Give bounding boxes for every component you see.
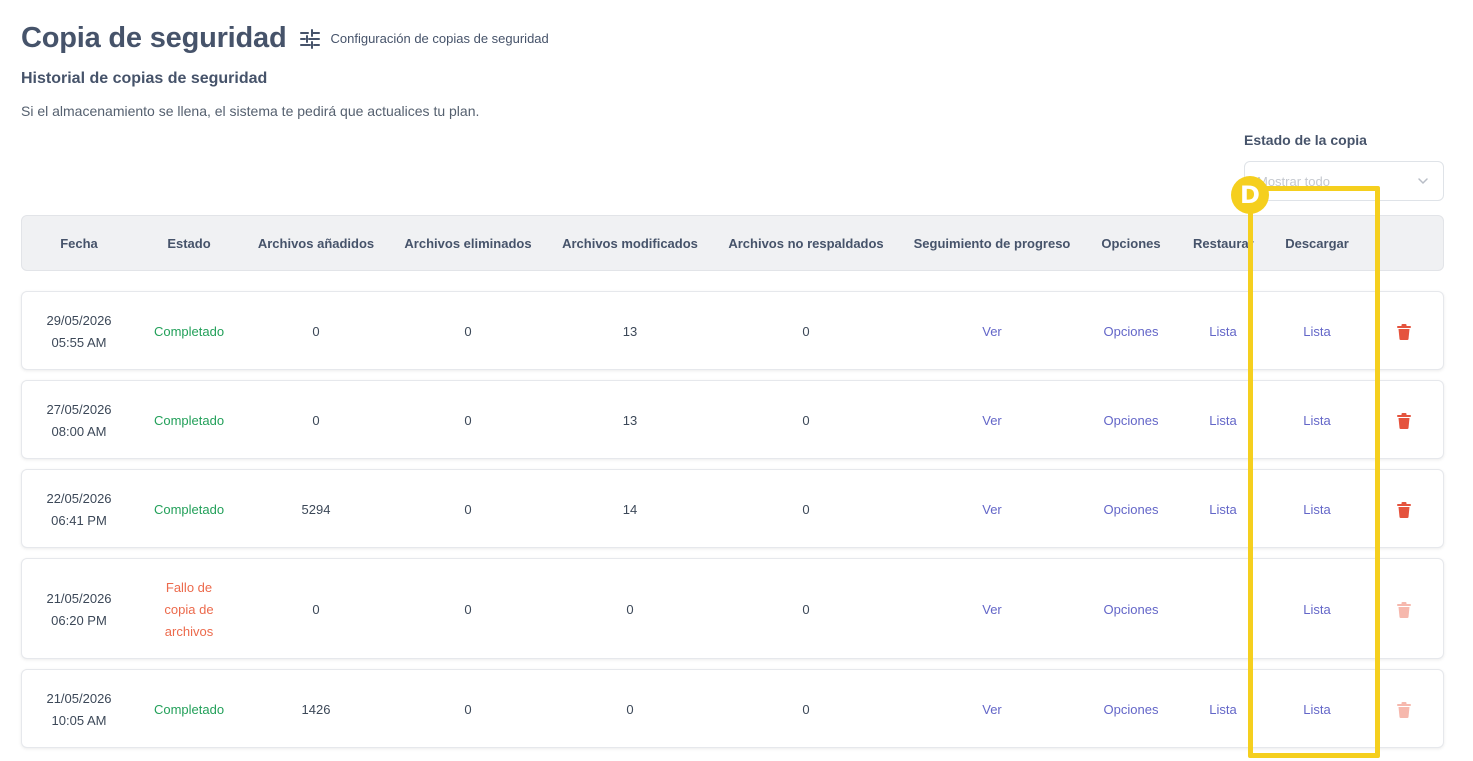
row-files-deleted: 0 [464, 601, 472, 617]
header-descargar: Descargar [1285, 236, 1349, 251]
status-badge: Fallo de copia de archivos [164, 579, 214, 639]
trash-icon[interactable] [1397, 412, 1411, 429]
trash-icon[interactable] [1397, 323, 1411, 340]
view-progress-link[interactable]: Ver [982, 410, 1002, 432]
row-files-modified: 0 [626, 701, 634, 717]
status-filter-select[interactable]: Mostrar todo [1244, 161, 1444, 201]
options-link[interactable]: Opciones [1104, 321, 1159, 343]
row-files-added: 1426 [301, 701, 331, 717]
download-list-link[interactable]: Lista [1303, 599, 1330, 621]
row-files-modified: 13 [622, 323, 638, 339]
row-date-day: 29/05/2026 [46, 312, 112, 328]
header-archivos-anadidos: Archivos añadidos [257, 236, 375, 251]
row-files-modified: 13 [622, 412, 638, 428]
page-title: Copia de seguridad [21, 22, 287, 54]
trash-icon [1397, 701, 1411, 718]
options-link[interactable]: Opciones [1104, 699, 1159, 721]
row-date-day: 22/05/2026 [46, 490, 112, 506]
row-files-not-backed: 0 [802, 501, 810, 517]
status-badge: Completado [153, 701, 225, 717]
sliders-icon[interactable] [299, 28, 321, 50]
row-date: 21/05/2026 06:20 PM [46, 588, 111, 632]
status-badge: Completado [153, 323, 225, 339]
status-filter-label: Estado de la copia [1244, 132, 1367, 148]
row-date-day: 21/05/2026 [46, 690, 112, 706]
row-date: 27/05/2026 08:00 AM [46, 399, 111, 443]
row-files-not-backed: 0 [802, 323, 810, 339]
view-progress-link[interactable]: Ver [982, 499, 1002, 521]
row-files-added: 0 [312, 601, 320, 617]
row-date-time: 06:41 PM [51, 512, 107, 528]
table-header: Fecha Estado Archivos añadidos Archivos … [21, 215, 1444, 271]
trash-icon [1397, 601, 1411, 618]
row-files-not-backed: 0 [802, 701, 810, 717]
restore-list-link[interactable]: Lista [1209, 499, 1236, 521]
row-files-deleted: 0 [464, 501, 472, 517]
header-seguimiento: Seguimiento de progreso [913, 236, 1071, 251]
table-row: 22/05/2026 06:41 PM Completado 5294 0 14 0 Ver O… [21, 469, 1444, 548]
row-date-time: 10:05 AM [51, 712, 107, 728]
row-files-deleted: 0 [464, 323, 472, 339]
header-archivos-eliminados: Archivos eliminados [404, 236, 532, 251]
view-progress-link[interactable]: Ver [982, 321, 1002, 343]
storage-description: Si el almacenamiento se llena, el sistem… [21, 103, 480, 119]
row-date-time: 05:55 AM [51, 334, 107, 350]
table-row: 21/05/2026 06:20 PM Fallo de copia de arch… [21, 558, 1444, 659]
row-date: 29/05/2026 05:55 AM [46, 310, 111, 354]
row-files-not-backed: 0 [802, 601, 810, 617]
row-files-added: 5294 [301, 501, 331, 517]
download-list-link[interactable]: Lista [1303, 499, 1330, 521]
chevron-down-icon [1418, 178, 1428, 185]
restore-list-link[interactable]: Lista [1209, 699, 1236, 721]
row-files-added: 0 [312, 323, 320, 339]
header-restaurar: Restaurar [1193, 236, 1254, 251]
row-date-day: 27/05/2026 [46, 401, 112, 417]
table-row: 21/05/2026 10:05 AM Completado 1426 0 0 0 Ver Op… [21, 669, 1444, 748]
view-progress-link[interactable]: Ver [982, 599, 1002, 621]
trash-icon[interactable] [1397, 501, 1411, 518]
row-files-modified: 0 [626, 601, 634, 617]
restore-list-link[interactable]: Lista [1209, 410, 1236, 432]
restore-list-link[interactable]: Lista [1209, 321, 1236, 343]
backup-settings-link[interactable]: Configuración de copias de seguridad [331, 31, 549, 46]
options-link[interactable]: Opciones [1104, 599, 1159, 621]
header-archivos-modificados: Archivos modificados [562, 236, 698, 251]
options-link[interactable]: Opciones [1104, 499, 1159, 521]
status-badge: Completado [153, 412, 225, 428]
row-date: 21/05/2026 10:05 AM [46, 688, 111, 732]
status-badge: Completado [153, 501, 225, 517]
header-archivos-no-respaldados: Archivos no respaldados [728, 236, 884, 251]
row-files-added: 0 [312, 412, 320, 428]
download-list-link[interactable]: Lista [1303, 410, 1330, 432]
download-list-link[interactable]: Lista [1303, 699, 1330, 721]
view-progress-link[interactable]: Ver [982, 699, 1002, 721]
row-files-deleted: 0 [464, 701, 472, 717]
history-subtitle: Historial de copias de seguridad [21, 70, 268, 87]
annotation-badge: D [1231, 176, 1269, 214]
row-date: 22/05/2026 06:41 PM [46, 488, 111, 532]
page-header: Copia de seguridad Configuración de copi… [21, 22, 549, 55]
options-link[interactable]: Opciones [1104, 410, 1159, 432]
table-row: 29/05/2026 05:55 AM Completado 0 0 13 0 Ver Opci… [21, 291, 1444, 370]
download-list-link[interactable]: Lista [1303, 321, 1330, 343]
header-estado: Estado [167, 236, 211, 251]
row-files-modified: 14 [622, 501, 638, 517]
header-opciones: Opciones [1101, 236, 1161, 251]
row-files-deleted: 0 [464, 412, 472, 428]
status-filter-placeholder: Mostrar todo [1257, 173, 1330, 189]
row-date-time: 08:00 AM [51, 423, 107, 439]
header-fecha: Fecha [60, 236, 98, 251]
row-date-day: 21/05/2026 [46, 590, 112, 606]
table-row: 27/05/2026 08:00 AM Completado 0 0 13 0 Ver Opci… [21, 380, 1444, 459]
row-date-time: 06:20 PM [51, 612, 107, 628]
row-files-not-backed: 0 [802, 412, 810, 428]
